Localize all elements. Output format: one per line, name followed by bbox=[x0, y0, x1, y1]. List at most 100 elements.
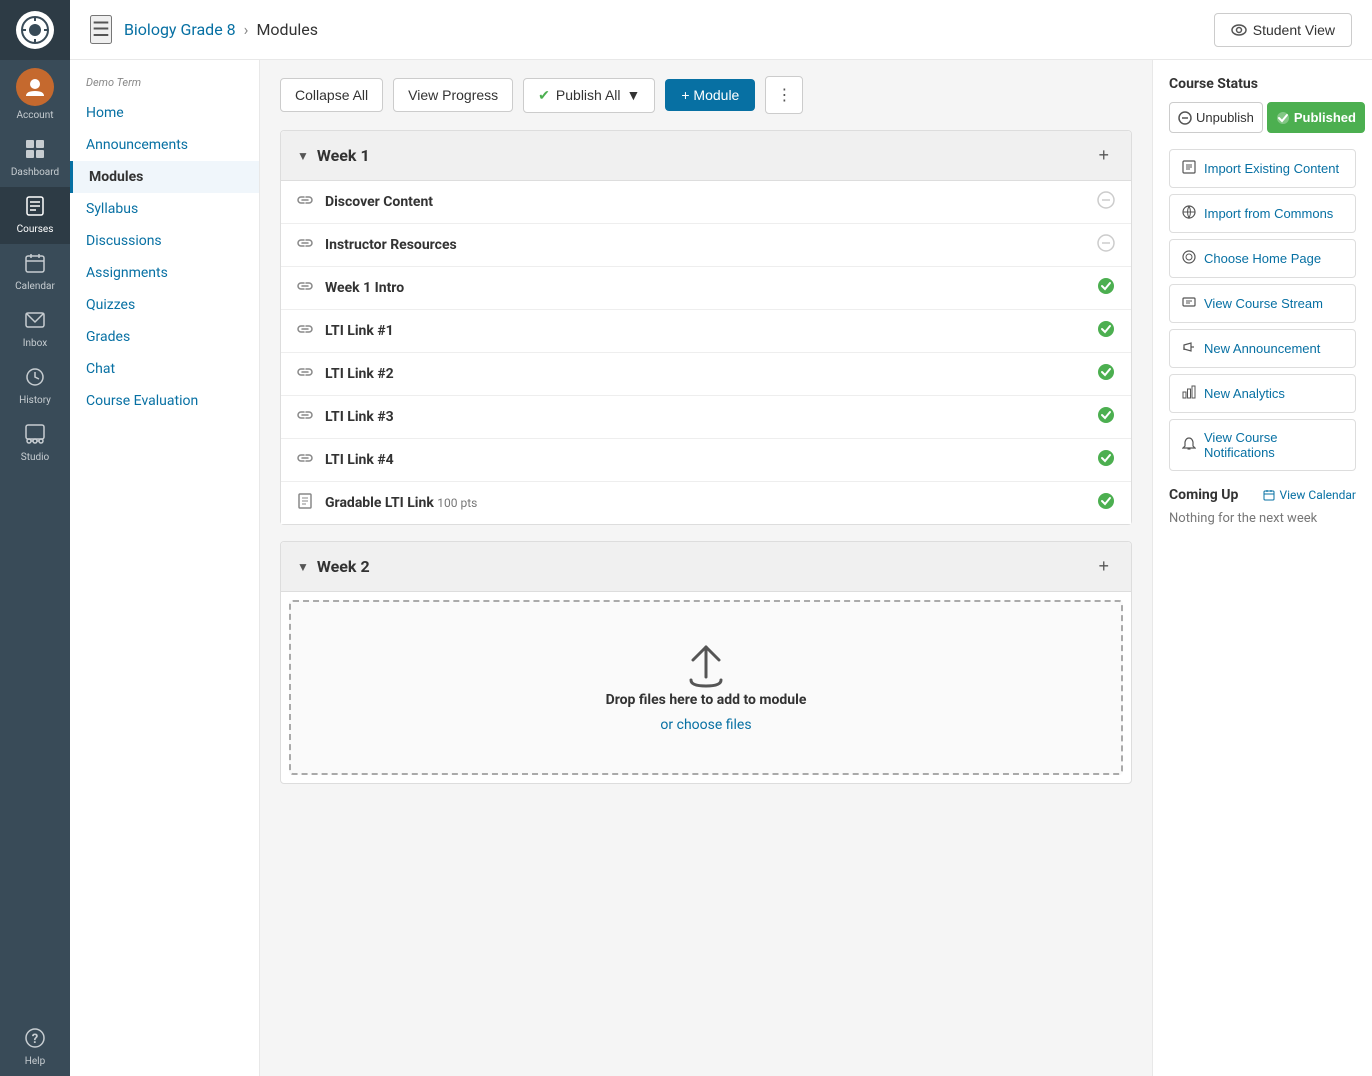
file-drop-zone[interactable]: Drop files here to add to module or choo… bbox=[289, 600, 1123, 775]
nav-item-dashboard[interactable]: Dashboard bbox=[0, 130, 70, 187]
hamburger-button[interactable]: ☰ bbox=[90, 15, 112, 44]
item-instructor-resources-title[interactable]: Instructor Resources bbox=[325, 237, 1097, 253]
item-discover-status[interactable] bbox=[1097, 191, 1115, 213]
item-discover-content-title[interactable]: Discover Content bbox=[325, 194, 1097, 210]
unpublish-button[interactable]: Unpublish bbox=[1169, 102, 1263, 133]
published-icon bbox=[1097, 277, 1115, 295]
breadcrumb-course-link[interactable]: Biology Grade 8 bbox=[124, 20, 236, 39]
courses-icon bbox=[24, 195, 46, 220]
publish-all-button[interactable]: ✔ Publish All ▼ bbox=[523, 78, 655, 113]
new-announcement-button[interactable]: New Announcement bbox=[1169, 329, 1356, 368]
collapse-all-button[interactable]: Collapse All bbox=[280, 78, 383, 112]
item-gradable-status[interactable] bbox=[1097, 492, 1115, 514]
nav-item-calendar[interactable]: Calendar bbox=[0, 244, 70, 301]
item-lti4-title[interactable]: LTI Link #4 bbox=[325, 452, 1097, 468]
sidebar-item-syllabus[interactable]: Syllabus bbox=[70, 193, 259, 225]
choose-files-link[interactable]: or choose files bbox=[660, 717, 751, 733]
item-lti3-status[interactable] bbox=[1097, 406, 1115, 428]
dashboard-icon bbox=[24, 138, 46, 163]
item-week1intro-status[interactable] bbox=[1097, 277, 1115, 299]
item-instructor-status[interactable] bbox=[1097, 234, 1115, 256]
import-content-icon bbox=[1182, 160, 1196, 177]
nav-history-label: History bbox=[19, 395, 51, 407]
nav-studio-label: Studio bbox=[21, 452, 50, 464]
table-row: LTI Link #4 bbox=[281, 439, 1131, 482]
import-content-button[interactable]: Import Existing Content bbox=[1169, 149, 1356, 188]
item-lti1-status[interactable] bbox=[1097, 320, 1115, 342]
content-layout: Demo Term Home Announcements Modules Syl… bbox=[70, 60, 1372, 1076]
unpublish-icon bbox=[1178, 111, 1192, 125]
published-icon bbox=[1097, 363, 1115, 381]
inbox-icon bbox=[24, 309, 46, 334]
module-week1-add-button[interactable]: + bbox=[1092, 143, 1115, 168]
nav-item-help[interactable]: ? Help bbox=[0, 1019, 70, 1076]
table-row: LTI Link #3 bbox=[281, 396, 1131, 439]
nav-item-account[interactable]: Account bbox=[0, 60, 70, 130]
more-options-icon: ⋮ bbox=[776, 87, 792, 104]
account-avatar bbox=[16, 68, 54, 106]
nav-item-inbox[interactable]: Inbox bbox=[0, 301, 70, 358]
item-lti2-title[interactable]: LTI Link #2 bbox=[325, 366, 1097, 382]
coming-up-title: Coming Up bbox=[1169, 487, 1238, 503]
unpublished-icon bbox=[1097, 234, 1115, 252]
item-lti1-title[interactable]: LTI Link #1 bbox=[325, 323, 1097, 339]
student-view-icon bbox=[1231, 24, 1247, 36]
table-row: Gradable LTI Link 100 pts bbox=[281, 482, 1131, 524]
history-icon bbox=[24, 366, 46, 391]
coming-up-empty-text: Nothing for the next week bbox=[1169, 511, 1356, 526]
nav-dashboard-label: Dashboard bbox=[11, 167, 59, 179]
sidebar-item-course-evaluation[interactable]: Course Evaluation bbox=[70, 385, 259, 417]
student-view-button[interactable]: Student View bbox=[1214, 13, 1352, 47]
sidebar-item-assignments[interactable]: Assignments bbox=[70, 257, 259, 289]
link-icon bbox=[297, 364, 313, 384]
item-lti3-title[interactable]: LTI Link #3 bbox=[325, 409, 1097, 425]
view-calendar-link[interactable]: View Calendar bbox=[1263, 488, 1356, 502]
add-module-button[interactable]: + Module bbox=[665, 79, 755, 111]
published-icon bbox=[1097, 492, 1115, 510]
help-icon: ? bbox=[24, 1027, 46, 1052]
new-analytics-button[interactable]: New Analytics bbox=[1169, 374, 1356, 413]
module-week1: ▼ Week 1 + Discover Content bbox=[280, 130, 1132, 525]
sidebar-item-quizzes[interactable]: Quizzes bbox=[70, 289, 259, 321]
breadcrumb-separator: › bbox=[244, 20, 249, 39]
module-week2-collapse[interactable]: ▼ bbox=[297, 560, 309, 574]
svg-text:?: ? bbox=[32, 1032, 38, 1047]
demo-term-label: Demo Term bbox=[70, 76, 259, 97]
item-lti4-status[interactable] bbox=[1097, 449, 1115, 471]
item-gradable-title[interactable]: Gradable LTI Link 100 pts bbox=[325, 495, 1097, 511]
nav-item-courses[interactable]: Courses bbox=[0, 187, 70, 244]
sidebar-item-chat[interactable]: Chat bbox=[70, 353, 259, 385]
published-check-icon bbox=[1276, 111, 1290, 125]
published-icon bbox=[1097, 406, 1115, 424]
module-week2-title: Week 2 bbox=[317, 557, 370, 576]
analytics-icon bbox=[1182, 385, 1196, 402]
sidebar-item-announcements[interactable]: Announcements bbox=[70, 129, 259, 161]
link-icon bbox=[297, 192, 313, 212]
nav-item-history[interactable]: History bbox=[0, 358, 70, 415]
view-progress-button[interactable]: View Progress bbox=[393, 78, 513, 112]
more-options-button[interactable]: ⋮ bbox=[765, 76, 803, 114]
sidebar-item-home[interactable]: Home bbox=[70, 97, 259, 129]
item-lti2-status[interactable] bbox=[1097, 363, 1115, 385]
link-icon bbox=[297, 235, 313, 255]
app-logo bbox=[0, 0, 70, 60]
sidebar-item-grades[interactable]: Grades bbox=[70, 321, 259, 353]
view-notifications-button[interactable]: View Course Notifications bbox=[1169, 419, 1356, 471]
sidebar-item-discussions[interactable]: Discussions bbox=[70, 225, 259, 257]
module-week2-add-button[interactable]: + bbox=[1092, 554, 1115, 579]
module-week2: ▼ Week 2 + Drop files here to add to bbox=[280, 541, 1132, 784]
choose-home-icon bbox=[1182, 250, 1196, 267]
nav-item-studio[interactable]: Studio bbox=[0, 415, 70, 472]
item-week1intro-title[interactable]: Week 1 Intro bbox=[325, 280, 1097, 296]
choose-home-page-button[interactable]: Choose Home Page bbox=[1169, 239, 1356, 278]
sidebar-item-modules[interactable]: Modules bbox=[70, 161, 259, 193]
view-course-stream-button[interactable]: View Course Stream bbox=[1169, 284, 1356, 323]
assignment-icon bbox=[297, 493, 313, 513]
table-row: LTI Link #2 bbox=[281, 353, 1131, 396]
table-row: Discover Content bbox=[281, 181, 1131, 224]
nav-courses-label: Courses bbox=[17, 224, 54, 236]
module-week1-collapse[interactable]: ▼ bbox=[297, 149, 309, 163]
published-icon bbox=[1097, 320, 1115, 338]
published-button[interactable]: Published bbox=[1267, 102, 1365, 133]
import-commons-button[interactable]: Import from Commons bbox=[1169, 194, 1356, 233]
